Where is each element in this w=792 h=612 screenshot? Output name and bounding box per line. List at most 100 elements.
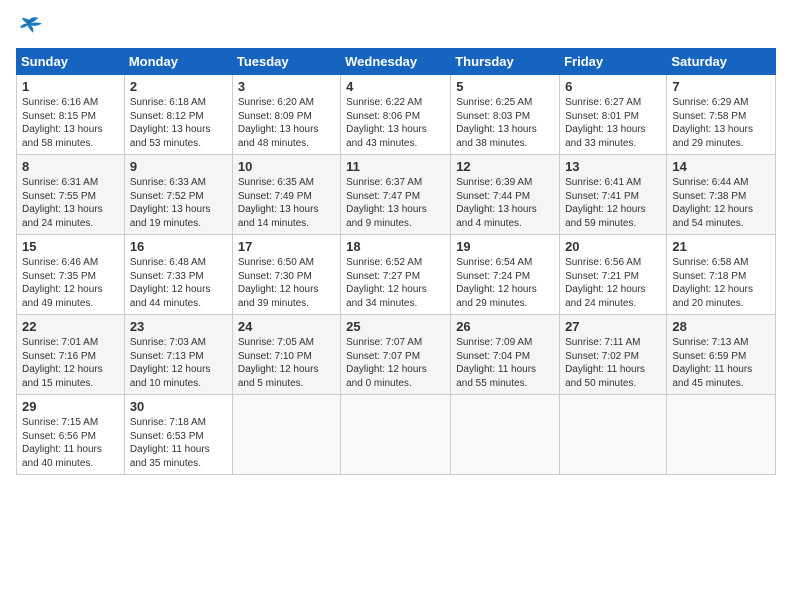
calendar-cell: 17 Sunrise: 6:50 AM Sunset: 7:30 PM Dayli… xyxy=(232,235,340,315)
day-number: 11 xyxy=(346,159,445,174)
day-number: 28 xyxy=(672,319,770,334)
day-number: 26 xyxy=(456,319,554,334)
calendar-cell: 25 Sunrise: 7:07 AM Sunset: 7:07 PM Dayli… xyxy=(341,315,451,395)
calendar-cell: 10 Sunrise: 6:35 AM Sunset: 7:49 PM Dayli… xyxy=(232,155,340,235)
weekday-header-friday: Friday xyxy=(560,49,667,75)
day-number: 3 xyxy=(238,79,335,94)
logo xyxy=(16,16,48,40)
calendar-cell: 26 Sunrise: 7:09 AM Sunset: 7:04 PM Dayli… xyxy=(451,315,560,395)
weekday-header-saturday: Saturday xyxy=(667,49,776,75)
header xyxy=(16,16,776,40)
day-number: 16 xyxy=(130,239,227,254)
day-number: 24 xyxy=(238,319,335,334)
day-number: 1 xyxy=(22,79,119,94)
day-number: 14 xyxy=(672,159,770,174)
calendar-week-2: 8 Sunrise: 6:31 AM Sunset: 7:55 PM Daylig… xyxy=(17,155,776,235)
day-number: 21 xyxy=(672,239,770,254)
calendar-cell: 27Sunrise: 7:11 AM Sunset: 7:02 PM Dayli… xyxy=(560,315,667,395)
calendar-cell: 13 Sunrise: 6:41 AM Sunset: 7:41 PM Dayli… xyxy=(560,155,667,235)
weekday-header-tuesday: Tuesday xyxy=(232,49,340,75)
day-number: 9 xyxy=(130,159,227,174)
day-info: Sunrise: 6:39 AM Sunset: 7:44 PM Dayligh… xyxy=(456,176,554,230)
day-number: 13 xyxy=(565,159,661,174)
day-info: Sunrise: 6:56 AM Sunset: 7:21 PM Dayligh… xyxy=(565,256,661,310)
calendar-week-4: 22Sunrise: 7:01 AM Sunset: 7:16 PM Dayli… xyxy=(17,315,776,395)
day-info: Sunrise: 6:33 AM Sunset: 7:52 PM Dayligh… xyxy=(130,176,227,230)
day-number: 18 xyxy=(346,239,445,254)
day-info: Sunrise: 6:37 AM Sunset: 7:47 PM Dayligh… xyxy=(346,176,445,230)
calendar-cell: 7Sunrise: 6:29 AM Sunset: 7:58 PM Daylig… xyxy=(667,75,776,155)
calendar-table: SundayMondayTuesdayWednesdayThursdayFrid… xyxy=(16,48,776,475)
calendar-cell: 19Sunrise: 6:54 AM Sunset: 7:24 PM Dayli… xyxy=(451,235,560,315)
day-info: Sunrise: 7:03 AM Sunset: 7:13 PM Dayligh… xyxy=(130,336,227,390)
day-number: 23 xyxy=(130,319,227,334)
calendar-cell: 4Sunrise: 6:22 AM Sunset: 8:06 PM Daylig… xyxy=(341,75,451,155)
day-number: 20 xyxy=(565,239,661,254)
day-number: 4 xyxy=(346,79,445,94)
calendar-header-row: SundayMondayTuesdayWednesdayThursdayFrid… xyxy=(17,49,776,75)
day-number: 5 xyxy=(456,79,554,94)
calendar-cell: 3 Sunrise: 6:20 AM Sunset: 8:09 PM Daylig… xyxy=(232,75,340,155)
calendar-week-1: 1 Sunrise: 6:16 AM Sunset: 8:15 PM Daylig… xyxy=(17,75,776,155)
calendar-cell: 30 Sunrise: 7:18 AM Sunset: 6:53 PM Dayli… xyxy=(124,395,232,475)
day-info: Sunrise: 7:15 AM Sunset: 6:56 PM Dayligh… xyxy=(22,416,119,470)
day-number: 6 xyxy=(565,79,661,94)
day-number: 2 xyxy=(130,79,227,94)
calendar-cell: 20 Sunrise: 6:56 AM Sunset: 7:21 PM Dayli… xyxy=(560,235,667,315)
day-number: 25 xyxy=(346,319,445,334)
calendar-cell: 24Sunrise: 7:05 AM Sunset: 7:10 PM Dayli… xyxy=(232,315,340,395)
day-info: Sunrise: 6:46 AM Sunset: 7:35 PM Dayligh… xyxy=(22,256,119,310)
weekday-header-thursday: Thursday xyxy=(451,49,560,75)
day-number: 29 xyxy=(22,399,119,414)
calendar-cell: 21 Sunrise: 6:58 AM Sunset: 7:18 PM Dayli… xyxy=(667,235,776,315)
calendar-cell: 8 Sunrise: 6:31 AM Sunset: 7:55 PM Daylig… xyxy=(17,155,125,235)
day-number: 8 xyxy=(22,159,119,174)
day-number: 19 xyxy=(456,239,554,254)
calendar-cell xyxy=(560,395,667,475)
day-info: Sunrise: 6:41 AM Sunset: 7:41 PM Dayligh… xyxy=(565,176,661,230)
calendar-cell: 28Sunrise: 7:13 AM Sunset: 6:59 PM Dayli… xyxy=(667,315,776,395)
day-info: Sunrise: 7:01 AM Sunset: 7:16 PM Dayligh… xyxy=(22,336,119,390)
calendar-cell: 18 Sunrise: 6:52 AM Sunset: 7:27 PM Dayli… xyxy=(341,235,451,315)
calendar-cell: 23 Sunrise: 7:03 AM Sunset: 7:13 PM Dayli… xyxy=(124,315,232,395)
day-info: Sunrise: 6:20 AM Sunset: 8:09 PM Dayligh… xyxy=(238,96,335,150)
calendar-cell: 5 Sunrise: 6:25 AM Sunset: 8:03 PM Daylig… xyxy=(451,75,560,155)
day-info: Sunrise: 7:09 AM Sunset: 7:04 PM Dayligh… xyxy=(456,336,554,390)
calendar-cell: 15Sunrise: 6:46 AM Sunset: 7:35 PM Dayli… xyxy=(17,235,125,315)
day-info: Sunrise: 6:31 AM Sunset: 7:55 PM Dayligh… xyxy=(22,176,119,230)
calendar-cell xyxy=(451,395,560,475)
calendar-week-5: 29 Sunrise: 7:15 AM Sunset: 6:56 PM Dayli… xyxy=(17,395,776,475)
day-info: Sunrise: 6:25 AM Sunset: 8:03 PM Dayligh… xyxy=(456,96,554,150)
day-info: Sunrise: 7:07 AM Sunset: 7:07 PM Dayligh… xyxy=(346,336,445,390)
day-info: Sunrise: 6:29 AM Sunset: 7:58 PM Dayligh… xyxy=(672,96,770,150)
day-number: 30 xyxy=(130,399,227,414)
day-info: Sunrise: 7:18 AM Sunset: 6:53 PM Dayligh… xyxy=(130,416,227,470)
calendar-cell: 12Sunrise: 6:39 AM Sunset: 7:44 PM Dayli… xyxy=(451,155,560,235)
day-number: 27 xyxy=(565,319,661,334)
calendar-cell xyxy=(341,395,451,475)
calendar-cell: 14 Sunrise: 6:44 AM Sunset: 7:38 PM Dayli… xyxy=(667,155,776,235)
calendar-cell: 22Sunrise: 7:01 AM Sunset: 7:16 PM Dayli… xyxy=(17,315,125,395)
day-info: Sunrise: 6:50 AM Sunset: 7:30 PM Dayligh… xyxy=(238,256,335,310)
day-info: Sunrise: 6:27 AM Sunset: 8:01 PM Dayligh… xyxy=(565,96,661,150)
day-info: Sunrise: 6:35 AM Sunset: 7:49 PM Dayligh… xyxy=(238,176,335,230)
day-info: Sunrise: 6:16 AM Sunset: 8:15 PM Dayligh… xyxy=(22,96,119,150)
calendar-cell: 1 Sunrise: 6:16 AM Sunset: 8:15 PM Daylig… xyxy=(17,75,125,155)
day-number: 17 xyxy=(238,239,335,254)
day-info: Sunrise: 6:44 AM Sunset: 7:38 PM Dayligh… xyxy=(672,176,770,230)
day-info: Sunrise: 6:58 AM Sunset: 7:18 PM Dayligh… xyxy=(672,256,770,310)
weekday-header-monday: Monday xyxy=(124,49,232,75)
weekday-header-sunday: Sunday xyxy=(17,49,125,75)
page-container: SundayMondayTuesdayWednesdayThursdayFrid… xyxy=(0,0,792,485)
calendar-cell: 11 Sunrise: 6:37 AM Sunset: 7:47 PM Dayli… xyxy=(341,155,451,235)
calendar-body: 1 Sunrise: 6:16 AM Sunset: 8:15 PM Daylig… xyxy=(17,75,776,475)
calendar-cell xyxy=(232,395,340,475)
day-info: Sunrise: 6:52 AM Sunset: 7:27 PM Dayligh… xyxy=(346,256,445,310)
day-info: Sunrise: 6:18 AM Sunset: 8:12 PM Dayligh… xyxy=(130,96,227,150)
day-number: 10 xyxy=(238,159,335,174)
calendar-cell: 29 Sunrise: 7:15 AM Sunset: 6:56 PM Dayli… xyxy=(17,395,125,475)
calendar-cell xyxy=(667,395,776,475)
calendar-cell: 6 Sunrise: 6:27 AM Sunset: 8:01 PM Daylig… xyxy=(560,75,667,155)
logo-icon xyxy=(16,16,44,40)
calendar-week-3: 15Sunrise: 6:46 AM Sunset: 7:35 PM Dayli… xyxy=(17,235,776,315)
